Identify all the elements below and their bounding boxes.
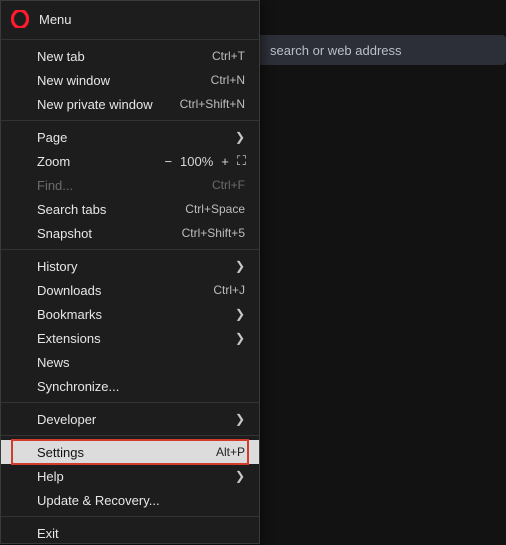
menu-item-shortcut: Ctrl+Shift+5 [182, 226, 245, 240]
menu-item-snapshot[interactable]: Snapshot Ctrl+Shift+5 [1, 221, 259, 245]
zoom-out-button[interactable]: − [164, 155, 172, 168]
menu-item-label: New private window [37, 97, 172, 112]
zoom-in-button[interactable]: + [221, 155, 229, 168]
menu-item-shortcut: Ctrl+J [213, 283, 245, 297]
menu-item-label: Help [37, 469, 229, 484]
menu-separator [1, 39, 259, 40]
menu-item-zoom: Zoom−100% + ⛶ [1, 149, 259, 173]
menu-item-history[interactable]: History ❯ [1, 254, 259, 278]
menu-item-update-recovery[interactable]: Update & Recovery... [1, 488, 259, 512]
menu-item-label: Settings [37, 445, 208, 460]
chevron-right-icon: ❯ [235, 130, 245, 144]
menu-item-shortcut: Ctrl+F [212, 178, 245, 192]
menu-item-label: New window [37, 73, 203, 88]
chevron-right-icon: ❯ [235, 469, 245, 483]
menu-item-new-tab[interactable]: New tab Ctrl+T [1, 44, 259, 68]
menu-separator [1, 516, 259, 517]
address-bar-placeholder: search or web address [270, 43, 402, 58]
menu-item-page[interactable]: Page ❯ [1, 125, 259, 149]
menu-separator [1, 249, 259, 250]
menu-item-shortcut: Ctrl+Space [185, 202, 245, 216]
zoom-value: 100% [180, 154, 213, 169]
menu-item-settings[interactable]: Settings Alt+P [1, 440, 259, 464]
menu-item-exit[interactable]: Exit [1, 521, 259, 545]
menu-item-shortcut: Alt+P [216, 445, 245, 459]
opera-icon [11, 10, 29, 28]
menu-separator [1, 120, 259, 121]
menu-item-label: News [37, 355, 245, 370]
menu-separator [1, 402, 259, 403]
chevron-right-icon: ❯ [235, 412, 245, 426]
fullscreen-icon[interactable]: ⛶ [237, 153, 245, 169]
chevron-right-icon: ❯ [235, 307, 245, 321]
menu-item-synchronize[interactable]: Synchronize... [1, 374, 259, 398]
menu-item-label: Update & Recovery... [37, 493, 245, 508]
main-menu: Menu New tab Ctrl+T New window Ctrl+N New pr… [0, 0, 260, 544]
menu-item-label: New tab [37, 49, 204, 64]
chevron-right-icon: ❯ [235, 331, 245, 345]
zoom-label: Zoom [37, 154, 164, 169]
menu-item-extensions[interactable]: Extensions ❯ [1, 326, 259, 350]
menu-header: Menu [1, 7, 259, 35]
menu-item-downloads[interactable]: Downloads Ctrl+J [1, 278, 259, 302]
menu-separator [1, 435, 259, 436]
menu-item-label: Synchronize... [37, 379, 245, 394]
menu-item-help[interactable]: Help ❯ [1, 464, 259, 488]
menu-item-label: Downloads [37, 283, 205, 298]
menu-item-new-private-window[interactable]: New private window Ctrl+Shift+N [1, 92, 259, 116]
chevron-right-icon: ❯ [235, 259, 245, 273]
menu-item-shortcut: Ctrl+N [211, 73, 245, 87]
menu-item-label: Bookmarks [37, 307, 229, 322]
menu-item-find: Find... Ctrl+F [1, 173, 259, 197]
menu-item-label: Developer [37, 412, 229, 427]
menu-item-news[interactable]: News [1, 350, 259, 374]
menu-item-bookmarks[interactable]: Bookmarks ❯ [1, 302, 259, 326]
menu-item-search-tabs[interactable]: Search tabs Ctrl+Space [1, 197, 259, 221]
menu-item-label: Page [37, 130, 229, 145]
menu-item-label: Exit [37, 526, 245, 541]
menu-title: Menu [39, 12, 72, 27]
menu-item-new-window[interactable]: New window Ctrl+N [1, 68, 259, 92]
menu-item-label: Snapshot [37, 226, 174, 241]
menu-item-shortcut: Ctrl+T [212, 49, 245, 63]
menu-item-shortcut: Ctrl+Shift+N [180, 97, 245, 111]
menu-item-label: Search tabs [37, 202, 177, 217]
menu-item-label: Extensions [37, 331, 229, 346]
menu-item-developer[interactable]: Developer ❯ [1, 407, 259, 431]
menu-item-label: History [37, 259, 229, 274]
menu-item-label: Find... [37, 178, 204, 193]
